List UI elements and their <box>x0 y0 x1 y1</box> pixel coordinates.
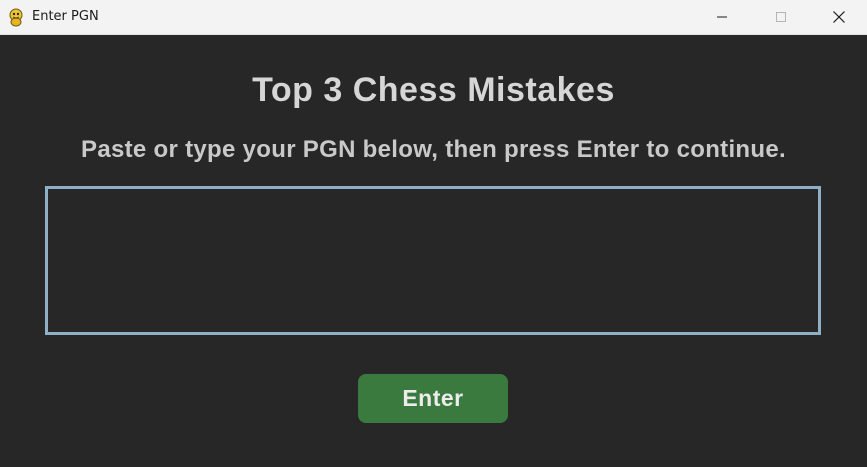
minimize-icon <box>717 16 727 18</box>
minimize-button[interactable] <box>693 0 751 34</box>
page-title: Top 3 Chess Mistakes <box>252 71 615 109</box>
enter-button[interactable]: Enter <box>358 374 508 423</box>
pgn-input[interactable] <box>45 186 821 335</box>
instruction-text: Paste or type your PGN below, then press… <box>81 136 786 163</box>
close-icon <box>833 11 845 23</box>
maximize-icon <box>776 12 786 22</box>
close-button[interactable] <box>810 0 867 34</box>
title-bar[interactable]: Enter PGN <box>0 0 867 35</box>
maximize-button[interactable] <box>752 0 810 34</box>
app-window: Enter PGN Top 3 Chess Mistakes Paste or … <box>0 0 867 467</box>
main-content: Top 3 Chess Mistakes Paste or type your … <box>0 35 867 467</box>
window-title: Enter PGN <box>32 9 99 24</box>
pygame-snake-icon <box>9 8 23 27</box>
